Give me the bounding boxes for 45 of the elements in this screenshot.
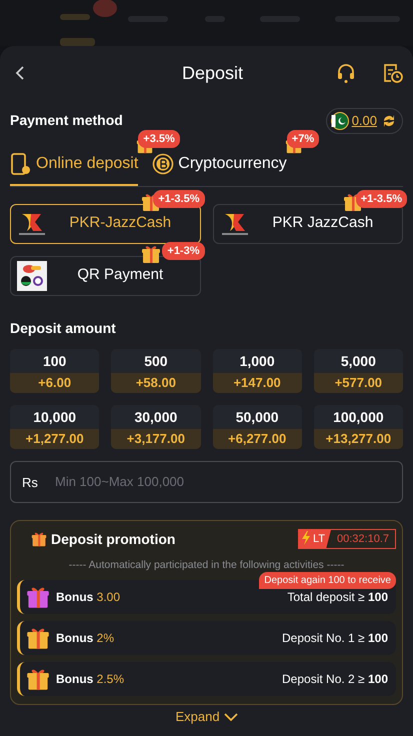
- bonus-label: Bonus 2.5%: [56, 671, 124, 688]
- bonus-label: Bonus 2%: [56, 630, 114, 648]
- payment-logos-icon: [17, 260, 47, 290]
- flag-icon: [330, 112, 349, 130]
- amount-option[interactable]: 100 +6.00: [10, 348, 100, 392]
- lightning-icon: [300, 530, 311, 545]
- bonus-condition: Deposit No. 2 ≥ 100: [282, 671, 388, 688]
- promotion-subtitle: ----- Automatically participated in the following activities -----: [68, 558, 346, 572]
- amount-option[interactable]: 1,000 +147.00: [212, 348, 302, 392]
- expand-button[interactable]: Expand: [175, 707, 238, 727]
- section-title: Payment method: [10, 111, 123, 130]
- phone-icon: [10, 152, 32, 176]
- bonus-badge: +1-3.5%: [153, 190, 204, 208]
- balance-pill[interactable]: 0.00: [326, 108, 403, 134]
- page-title: Deposit: [182, 62, 244, 85]
- payment-option[interactable]: PKR-JazzCash: [10, 204, 200, 244]
- gift-icon: [31, 531, 47, 547]
- countdown-timer: LT 00:32:10.7: [298, 528, 396, 550]
- balance-amount: 0.00: [352, 112, 377, 130]
- history-icon[interactable]: [381, 62, 403, 84]
- currency-label: Rs: [22, 474, 38, 492]
- payment-option[interactable]: QR Payment: [10, 256, 200, 296]
- bonus-badge: +1-3.5%: [356, 190, 407, 208]
- amount-option[interactable]: 30,000 +3,177.00: [111, 404, 200, 448]
- payment-tab[interactable]: Cryptocurrency: [152, 146, 287, 186]
- amount-option[interactable]: 500 +58.00: [111, 348, 200, 392]
- bonus-badge: +3.5%: [138, 130, 180, 148]
- promotion-title: Deposit promotion: [51, 530, 176, 549]
- bonus-badge: +7%: [286, 130, 320, 148]
- amount-option[interactable]: 50,000 +6,277.00: [212, 404, 302, 448]
- bonus-condition: Total deposit ≥ 100: [287, 589, 388, 606]
- payment-tab[interactable]: Online deposit: [10, 146, 138, 186]
- headset-icon[interactable]: [335, 62, 357, 84]
- chevron-down-icon: [224, 712, 238, 722]
- bonus-label: Bonus 3.00: [56, 589, 120, 606]
- gift-icon: [140, 244, 160, 264]
- amount-option[interactable]: 10,000 +1,277.00: [10, 404, 100, 448]
- bonus-condition: Deposit No. 1 ≥ 100: [282, 630, 388, 648]
- section-title: Deposit amount: [10, 318, 117, 338]
- bonus-badge: +1-3%: [162, 242, 204, 260]
- bonus-note: Deposit again 100 to receive: [259, 572, 396, 590]
- amount-option[interactable]: 5,000 +577.00: [314, 348, 403, 392]
- amount-option[interactable]: 100,000 +13,277.00: [314, 404, 403, 448]
- bitcoin-icon: [152, 152, 174, 176]
- payment-option[interactable]: PKR JazzCash: [212, 204, 403, 244]
